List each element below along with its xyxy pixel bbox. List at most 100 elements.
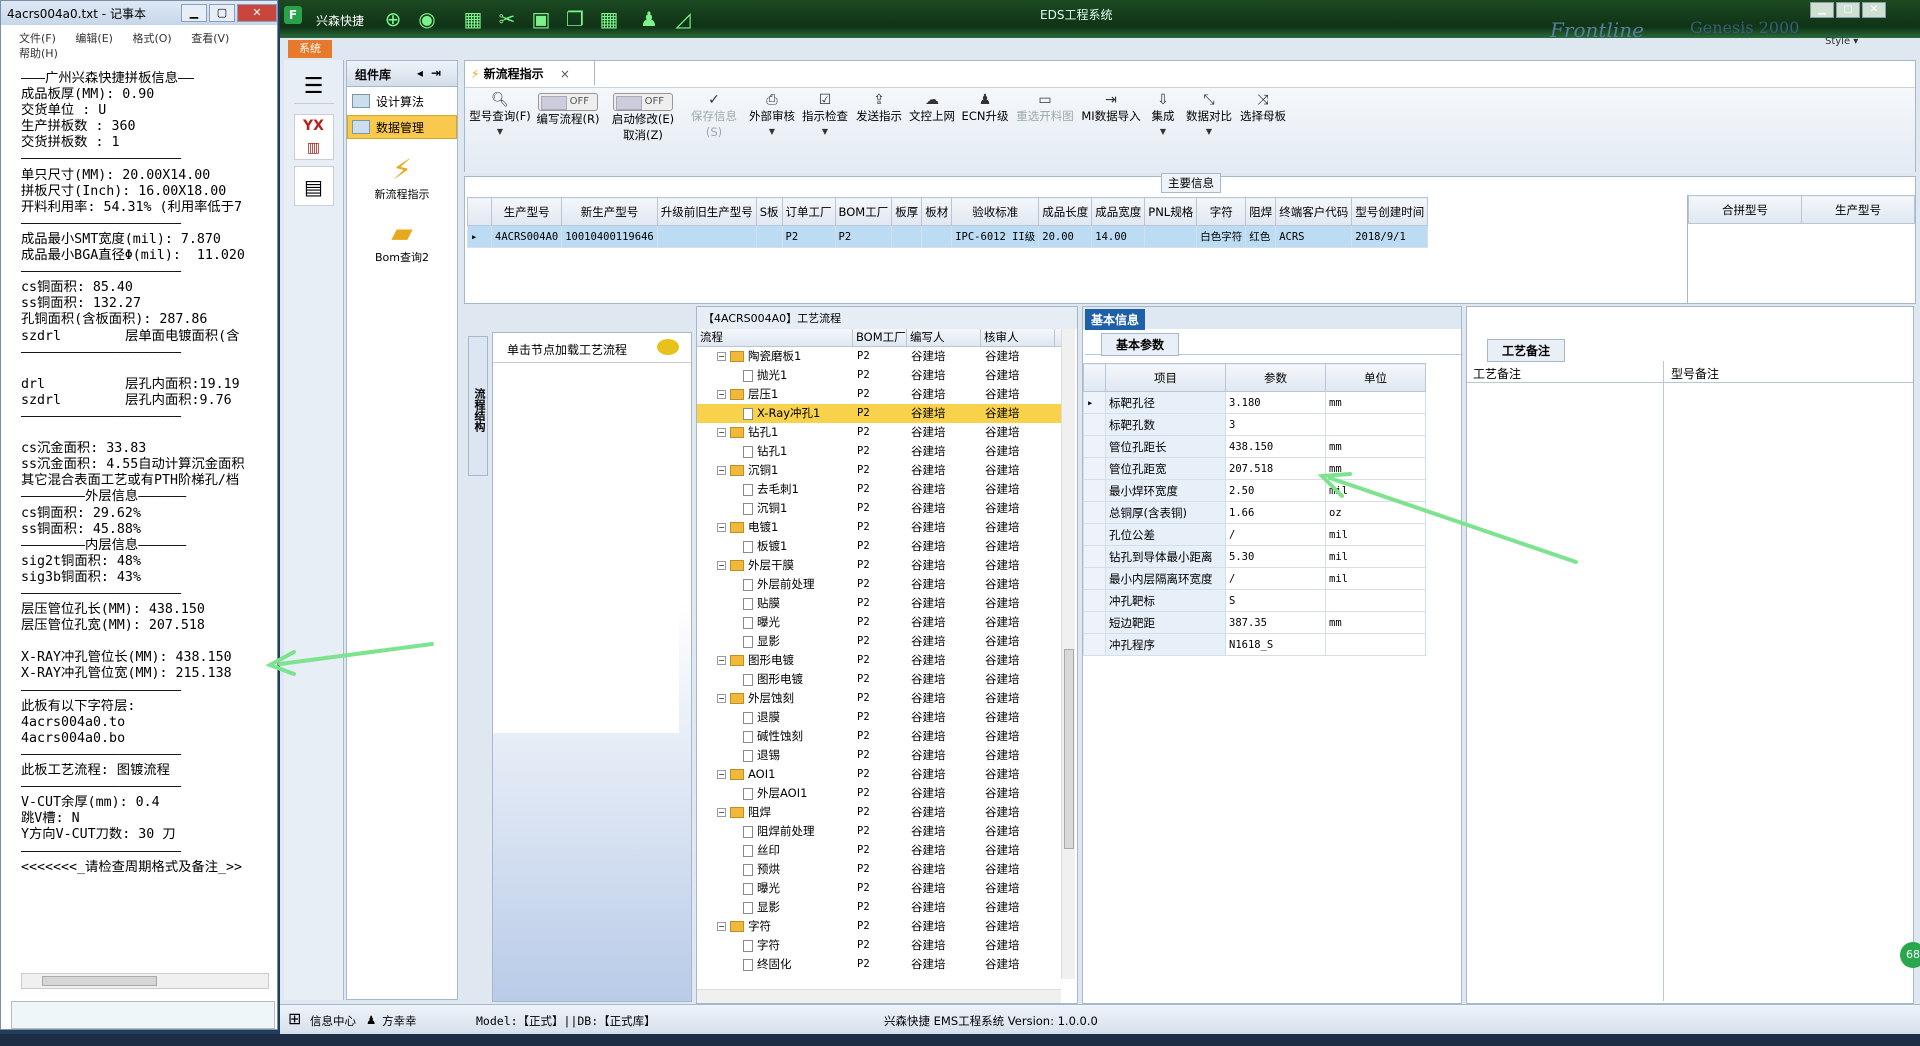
process-tree-row[interactable]: X-Ray冲孔1 P2 谷建培 谷建培 [697,404,1061,423]
component-item-data-management[interactable]: 数据管理 [347,115,457,139]
tab-basic-info[interactable]: 基本信息 [1085,309,1146,330]
process-tree-row[interactable]: − 层压1 P2 谷建培 谷建培 [697,385,1061,404]
close-icon[interactable]: ✕ [1862,2,1886,18]
table-row[interactable]: 管位孔距长 438.150 mm [1083,435,1426,458]
reselect-cutting-button[interactable]: ▭ 重选开料图 [1013,92,1077,124]
tab-close-icon[interactable]: × [560,67,570,81]
main-info-col[interactable]: 板厚 [891,197,923,226]
process-tree-row[interactable]: 曝光 P2 谷建培 谷建培 [697,879,1061,898]
start-modify-button[interactable]: OFF 启动修改(E) 取消(Z) [605,92,681,143]
collapse-icon[interactable]: − [717,390,726,399]
write-process-button[interactable]: OFF 编写流程(R) [531,92,605,127]
select-motherboard-button[interactable]: ⤨ 选择母板 [1237,92,1289,124]
collapse-icon[interactable]: − [717,808,726,817]
collapse-icon[interactable]: − [717,922,726,931]
menu-file[interactable]: 文件(F) [19,32,56,45]
main-info-col[interactable]: PNL规格 [1144,197,1198,226]
table-cell[interactable]: 白色字符 [1196,225,1247,248]
table-row[interactable]: 孔位公差 / mil [1083,523,1426,546]
table-cell[interactable]: 2018/9/1 [1351,225,1429,248]
collapse-icon[interactable]: − [717,523,726,532]
main-info-col[interactable]: 阻焊 [1245,197,1277,226]
main-info-col[interactable]: 成品宽度 [1091,197,1146,226]
col-writer[interactable]: 编写人 [907,329,981,346]
cancel-button[interactable]: 取消(Z) [605,127,681,143]
integrate-button[interactable]: ⇩ 集成 ▼ [1145,92,1181,140]
table-row[interactable]: 冲孔程序 N1618_S [1083,633,1426,656]
process-tree-row[interactable]: 沉铜1 P2 谷建培 谷建培 [697,499,1061,518]
tab-basic-params[interactable]: 基本参数 [1101,333,1180,356]
collapse-icon[interactable]: − [717,656,726,665]
param-value[interactable]: S [1225,589,1326,612]
table-cell[interactable] [1144,225,1198,248]
main-info-col[interactable]: 字符 [1196,197,1247,226]
process-tree-row[interactable]: 退膜 P2 谷建培 谷建培 [697,708,1061,727]
minimize-icon[interactable]: ▁ [1810,2,1834,18]
send-instruction-button[interactable]: ⇪ 发送指示 [853,92,905,124]
scroll-thumb[interactable] [42,976,157,986]
process-vertical-scrollbar[interactable] [1061,329,1075,979]
notepad-horizontal-scrollbar[interactable] [21,973,269,989]
col-process[interactable]: 流程 [697,329,853,346]
param-unit[interactable]: mil [1325,545,1426,568]
main-info-col[interactable]: 订单工厂 [781,197,836,226]
cut-icon[interactable]: ✂ [494,6,520,32]
notepad-text-area[interactable]: ———广州兴森快捷拼板信息—— 成品板厚(MM): 0.90 交货单位 : U 生产拼… [21,71,273,981]
param-unit[interactable]: mil [1325,567,1426,590]
windows-icon[interactable]: ⊞ [288,1009,301,1028]
table-cell[interactable] [891,225,923,248]
table-cell[interactable]: IPC-6012 II级 [951,225,1040,248]
menu-view[interactable]: 查看(V) [191,32,229,45]
menu-format[interactable]: 格式(O) [132,32,171,45]
table-row[interactable]: 标靶孔数 3 [1083,413,1426,436]
table-row[interactable]: ▸ 4ACRS004A0 10010400119646 P2 P2 IPC-6012 II… [467,225,1429,248]
calculator-icon[interactable]: ▤ [293,166,334,206]
table-row[interactable]: 总铜厚(含表铜) 1.66 oz [1083,501,1426,524]
main-info-col[interactable]: 板材 [921,197,953,226]
collapse-icon[interactable]: − [717,770,726,779]
process-tree-row[interactable]: − 图形电镀 P2 谷建培 谷建培 [697,651,1061,670]
collapse-icon[interactable]: − [717,694,726,703]
main-info-col[interactable]: S板 [755,197,783,226]
tab-process-remarks[interactable]: 工艺备注 [1487,339,1566,362]
process-tree-row[interactable]: − 钻孔1 P2 谷建培 谷建培 [697,423,1061,442]
table-cell[interactable] [755,225,783,248]
param-value[interactable]: / [1225,567,1326,590]
param-unit[interactable]: mm [1325,391,1426,414]
table-row[interactable]: 最小内层隔离环宽度 / mil [1083,567,1426,590]
collapse-icon[interactable]: − [717,428,726,437]
table-row[interactable]: 冲孔靶标 S [1083,589,1426,612]
process-tree-row[interactable]: − 阻焊 P2 谷建培 谷建培 [697,803,1061,822]
new-process-launcher[interactable]: ⚡ 新流程指示 [347,153,457,202]
main-info-col[interactable]: 新生产型号 [561,197,658,226]
search-icon[interactable]: ⊕ [380,6,406,32]
data-compare-button[interactable]: ⤡ 数据对比 ▼ [1183,92,1235,140]
process-horizontal-scrollbar[interactable] [697,989,1061,1003]
click-hint[interactable]: 单击节点加载工艺流程 [493,333,691,363]
process-tree-row[interactable]: 退锡 P2 谷建培 谷建培 [697,746,1061,765]
process-tree-row[interactable]: 字符 P2 谷建培 谷建培 [697,936,1061,955]
process-tree-row[interactable]: 图形电镀 P2 谷建培 谷建培 [697,670,1061,689]
param-value[interactable]: / [1225,523,1326,546]
table-row[interactable]: 管位孔距宽 207.518 mm [1083,457,1426,480]
info-center-link[interactable]: 信息中心 [310,1013,356,1029]
table-cell[interactable]: P2 [781,225,836,248]
process-tree-row[interactable]: 外层前处理 P2 谷建培 谷建培 [697,575,1061,594]
param-unit[interactable]: mil [1325,479,1426,502]
process-tree-row[interactable]: 外层AOI1 P2 谷建培 谷建培 [697,784,1061,803]
collapse-icon[interactable]: − [717,561,726,570]
param-unit[interactable] [1325,589,1426,612]
collapse-icon[interactable]: − [717,352,726,361]
main-info-col[interactable]: 生产型号 [490,197,563,226]
table-cell[interactable] [656,225,757,248]
start-modify-toggle[interactable]: OFF [613,93,673,111]
process-tree-row[interactable]: 曝光 P2 谷建培 谷建培 [697,613,1061,632]
menu-icon[interactable]: ☰ [293,70,334,104]
process-tree-row[interactable]: 去毛刺1 P2 谷建培 谷建培 [697,480,1061,499]
maximize-icon[interactable]: ▢ [209,4,235,22]
param-value[interactable]: 3.180 [1225,391,1326,414]
process-tree-row[interactable]: 碱性蚀刻 P2 谷建培 谷建培 [697,727,1061,746]
grid-icon[interactable]: ▦ [460,6,486,32]
process-tree-row[interactable]: − AOI1 P2 谷建培 谷建培 [697,765,1061,784]
refresh-icon[interactable]: ◉ [414,6,440,32]
